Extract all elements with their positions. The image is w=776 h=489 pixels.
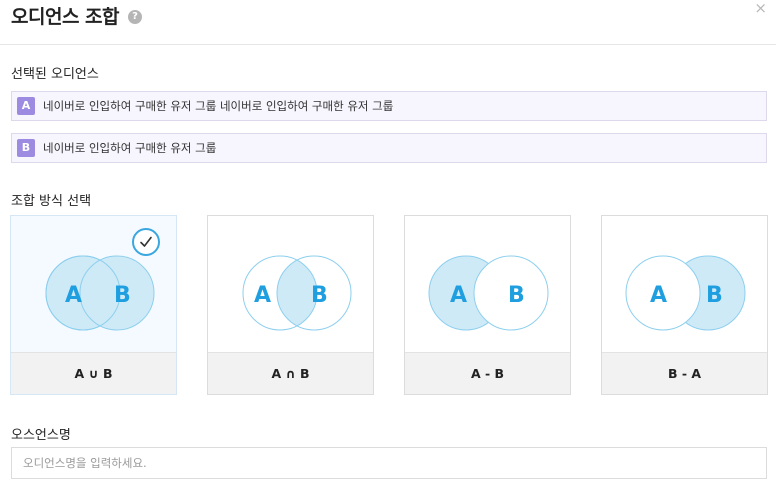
circle-label-b: B: [508, 283, 525, 308]
combination-method-label: 조합 방식 선택: [11, 194, 92, 209]
combination-option-intersection[interactable]: A B A ∩ B: [207, 215, 374, 395]
audience-name-input[interactable]: [11, 447, 767, 479]
circle-label-a: A: [65, 283, 82, 308]
combination-option-a-minus-b[interactable]: A B A - B: [404, 215, 571, 395]
audience-name-label: 오스언스명: [11, 428, 71, 443]
circle-label-a: A: [254, 283, 271, 308]
selected-audience-b: B 네이버로 인입하여 구매한 유저 그룹: [11, 133, 767, 163]
combination-option-union[interactable]: A B A ∪ B: [10, 215, 177, 395]
audience-name-a: 네이버로 인입하여 구매한 유저 그룹 네이버로 인입하여 구매한 유저 그룹: [43, 99, 394, 113]
circle-label-b: B: [114, 283, 131, 308]
selected-audiences-label: 선택된 오디언스: [11, 67, 99, 82]
help-icon[interactable]: ?: [128, 10, 142, 24]
selected-audience-a: A 네이버로 인입하여 구매한 유저 그룹 네이버로 인입하여 구매한 유저 그…: [11, 91, 767, 121]
circle-label-a: A: [450, 283, 467, 308]
audience-badge-b: B: [17, 139, 35, 157]
combination-option-label: A - B: [405, 352, 570, 394]
venn-diagram-b-minus-a: A B: [625, 255, 746, 331]
circle-label-b: B: [706, 283, 723, 308]
selected-check-icon: [132, 228, 160, 256]
circle-label-a: A: [650, 283, 667, 308]
circle-label-b: B: [311, 283, 328, 308]
audience-name-b: 네이버로 인입하여 구매한 유저 그룹: [43, 141, 217, 155]
combination-option-b-minus-a[interactable]: A B B - A: [601, 215, 768, 395]
audience-badge-a: A: [17, 97, 35, 115]
combination-option-label: A ∩ B: [208, 352, 373, 394]
combination-option-label: A ∪ B: [11, 352, 176, 394]
dialog-header: 오디언스 조합 ? ×: [0, 0, 776, 45]
venn-diagram-intersection: A B: [242, 255, 352, 331]
venn-diagram-a-minus-b: A B: [428, 255, 549, 331]
dialog-title: 오디언스 조합: [11, 6, 120, 28]
combination-option-label: B - A: [602, 352, 767, 394]
close-icon[interactable]: ×: [754, 0, 767, 17]
